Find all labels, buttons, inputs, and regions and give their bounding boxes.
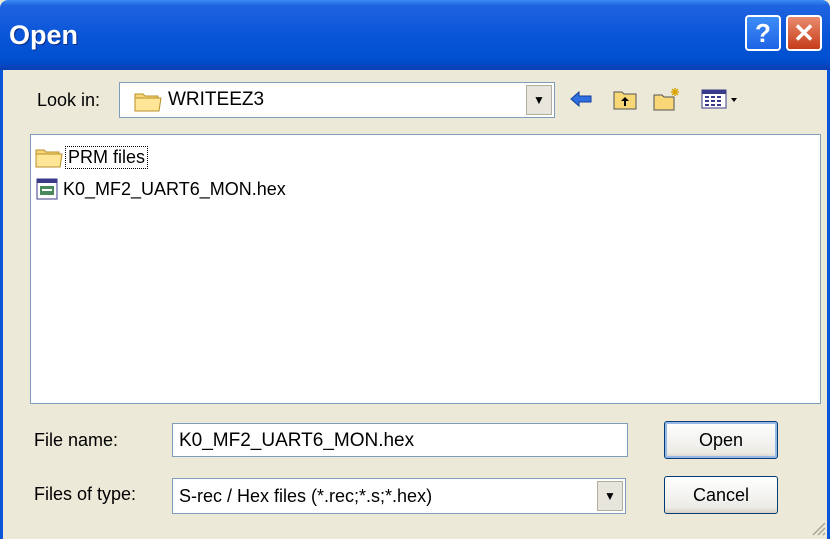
file-type-label: Files of type:	[34, 484, 137, 504]
title-bar: Open ? ✕	[0, 0, 830, 70]
list-item-folder[interactable]: PRM files	[35, 145, 149, 169]
hex-file-icon	[36, 178, 58, 200]
file-type-dropdown[interactable]: S-rec / Hex files (*.rec;*.s;*.hex) ▼	[172, 478, 626, 514]
window-title: Open	[9, 20, 79, 50]
new-folder-icon	[653, 88, 679, 111]
new-folder-button[interactable]	[652, 84, 682, 114]
open-button-label: Open	[698, 429, 744, 450]
open-button[interactable]: Open	[664, 421, 778, 459]
file-name-value: K0_MF2_UART6_MON.hex	[179, 430, 415, 451]
look-in-label: Look in:	[37, 90, 101, 110]
resize-grip-icon[interactable]	[808, 518, 826, 536]
up-folder-icon	[613, 91, 637, 110]
view-menu-icon	[701, 89, 737, 109]
close-icon: ✕	[793, 17, 815, 48]
help-button[interactable]: ?	[745, 15, 781, 51]
folder-icon	[35, 149, 63, 168]
list-item-label: PRM files	[65, 145, 149, 169]
chevron-down-icon: ▼	[604, 489, 616, 503]
file-name-input[interactable]: K0_MF2_UART6_MON.hex	[172, 423, 628, 457]
file-list[interactable]: PRM files K0_MF2_UART6_MON.hex	[30, 134, 821, 404]
help-icon: ?	[755, 17, 771, 48]
list-item-file[interactable]: K0_MF2_UART6_MON.hex	[35, 177, 288, 201]
chevron-down-icon: ▼	[533, 93, 545, 107]
cancel-button-label: Cancel	[692, 484, 750, 505]
file-type-dropdown-button[interactable]: ▼	[597, 481, 623, 511]
view-menu-button[interactable]	[698, 84, 742, 114]
file-name-label: File name:	[34, 430, 119, 450]
back-button[interactable]	[566, 84, 596, 114]
back-arrow-icon	[570, 90, 592, 108]
file-type-value: S-rec / Hex files (*.rec;*.s;*.hex)	[179, 486, 433, 506]
look-in-value: WRITEEZ3	[168, 89, 265, 110]
list-item-label: K0_MF2_UART6_MON.hex	[63, 178, 286, 199]
cancel-button[interactable]: Cancel	[664, 476, 778, 514]
close-button[interactable]: ✕	[786, 15, 822, 51]
look-in-dropdown[interactable]: WRITEEZ3 ▼	[119, 82, 555, 118]
look-in-dropdown-button[interactable]: ▼	[526, 85, 552, 115]
folder-icon	[134, 93, 162, 112]
up-one-level-button[interactable]	[610, 84, 640, 114]
